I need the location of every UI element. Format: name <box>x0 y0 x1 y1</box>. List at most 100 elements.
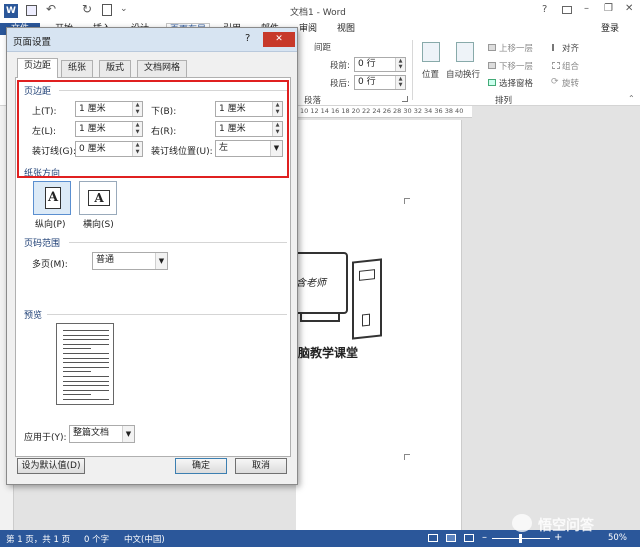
wrap-text-label[interactable]: 自动换行 <box>446 68 480 80</box>
preview-text-line <box>63 339 109 341</box>
rotate-icon[interactable]: ⟳ <box>551 77 559 87</box>
preview-text-line <box>63 385 109 387</box>
customize-qat-icon[interactable]: ⌄ <box>120 4 128 14</box>
preview-text-line <box>63 380 109 382</box>
document-page[interactable]: 含老师 脑教学课堂 <box>294 120 462 530</box>
highlight-box <box>17 80 289 178</box>
collapse-ribbon-icon[interactable]: ⌃ <box>628 94 635 103</box>
preview-text-line <box>63 366 109 368</box>
preview-text-line <box>63 399 109 400</box>
help-icon[interactable]: ? <box>542 4 547 15</box>
landscape-label[interactable]: 横向(S) <box>83 217 114 230</box>
tower-drive <box>359 269 375 281</box>
portrait-page-icon: A <box>45 187 61 209</box>
watermark-logo: 悟空问答 <box>512 512 634 536</box>
rotate-label[interactable]: 旋转 <box>562 77 579 89</box>
preview-text-line <box>63 376 109 377</box>
margin-corner-marker <box>404 198 410 204</box>
portrait-label[interactable]: 纵向(P) <box>35 217 65 230</box>
selection-pane-icon[interactable] <box>488 79 496 86</box>
watermark-text: 悟空问答 <box>538 518 594 534</box>
dialog-title-bar: 页面设置 ? ✕ <box>7 28 297 52</box>
print-layout-icon[interactable] <box>446 534 456 542</box>
preview-text-line <box>63 348 91 350</box>
web-layout-icon[interactable] <box>464 534 474 542</box>
before-spinner[interactable]: ▲ ▼ <box>395 58 405 71</box>
word-app-icon: W <box>4 4 18 18</box>
margin-corner-marker <box>404 454 410 460</box>
section-divider <box>47 314 287 315</box>
group-icon[interactable] <box>552 62 560 69</box>
redo-icon[interactable]: ↻ <box>82 2 92 16</box>
preview-text-line <box>63 330 109 331</box>
dialog-help-button[interactable]: ? <box>245 33 250 44</box>
send-backward-label[interactable]: 下移一层 <box>499 60 533 72</box>
preview-text-line <box>63 371 91 373</box>
paragraph-dialog-launcher-icon[interactable] <box>402 96 408 102</box>
after-spinner[interactable]: ▲ ▼ <box>395 76 405 89</box>
language-indicator[interactable]: 中文(中国) <box>124 533 165 545</box>
bring-forward-icon[interactable] <box>488 44 496 51</box>
dialog-tab-paper[interactable]: 纸张 <box>61 60 94 77</box>
dialog-close-button[interactable]: ✕ <box>263 32 295 47</box>
bring-forward-label[interactable]: 上移一层 <box>499 42 533 54</box>
before-spacing-field[interactable]: 0 行 ▲ ▼ <box>354 57 406 72</box>
close-button[interactable]: ✕ <box>625 3 633 14</box>
cancel-button[interactable]: 取消 <box>235 458 287 474</box>
computer-monitor-image: 含老师 <box>294 252 348 314</box>
align-icon[interactable] <box>552 44 560 51</box>
spacing-label: 间距 <box>314 43 332 53</box>
wrap-text-icon[interactable] <box>456 42 474 62</box>
after-spacing-field[interactable]: 0 行 ▲ ▼ <box>354 75 406 90</box>
computer-tower-image <box>352 258 382 340</box>
tower-slot <box>362 313 370 327</box>
page-count[interactable]: 第 1 页，共 1 页 <box>6 533 70 545</box>
monitor-stand-image <box>300 314 340 322</box>
save-icon[interactable] <box>26 5 37 16</box>
group-divider <box>412 40 413 100</box>
dialog-tab-grid[interactable]: 文档网格 <box>137 60 188 77</box>
preview-text-line <box>63 394 91 396</box>
position-icon[interactable] <box>422 42 440 62</box>
preview-page <box>56 323 114 405</box>
selection-pane-label[interactable]: 选择窗格 <box>499 77 533 89</box>
window-title: 文档1 - Word <box>290 8 346 18</box>
before-label: 段前: <box>330 61 350 71</box>
tab-review[interactable]: 审阅 <box>296 23 320 35</box>
apply-to-label: 应用于(Y): <box>24 433 67 443</box>
tab-view[interactable]: 视图 <box>334 23 358 35</box>
undo-icon[interactable]: ↶ <box>46 2 56 16</box>
multiple-pages-select[interactable]: 普通 ▼ <box>92 252 168 270</box>
arrange-group-label: 排列 <box>495 96 513 106</box>
align-label[interactable]: 对齐 <box>562 42 579 54</box>
set-default-button[interactable]: 设为默认值(D) <box>17 458 85 474</box>
dialog-tab-layout[interactable]: 版式 <box>99 60 132 77</box>
minimize-button[interactable]: – <box>584 3 589 14</box>
landscape-option[interactable]: A <box>79 181 117 215</box>
multiple-pages-label: 多页(M): <box>32 260 68 270</box>
dialog-tab-margins[interactable]: 页边距 <box>17 58 59 78</box>
preview-text-line <box>63 353 109 354</box>
preview-section-label: 预览 <box>24 311 43 321</box>
pages-section-label: 页码范围 <box>24 239 61 249</box>
ribbon-display-icon[interactable] <box>562 6 572 14</box>
title-bar: W ↶ ↻ ⌄ 文档1 - Word ? – ❐ ✕ <box>0 0 640 22</box>
restore-button[interactable]: ❐ <box>604 3 613 14</box>
read-mode-icon[interactable] <box>428 534 438 542</box>
dialog-title: 页面设置 <box>13 37 52 48</box>
section-divider <box>69 242 287 243</box>
landscape-page-icon: A <box>88 190 110 206</box>
apply-to-select[interactable]: 整篇文档 ▼ <box>69 425 135 443</box>
send-backward-icon[interactable] <box>488 62 496 69</box>
ok-button[interactable]: 确定 <box>175 458 227 474</box>
chevron-down-icon[interactable]: ▼ <box>155 253 167 269</box>
login-link[interactable]: 登录 <box>598 23 622 35</box>
word-count[interactable]: 0 个字 <box>84 533 109 545</box>
zoom-out-icon[interactable]: – <box>482 532 487 543</box>
document-caption: 脑教学课堂 <box>298 346 359 360</box>
position-label[interactable]: 位置 <box>422 68 439 80</box>
portrait-option[interactable]: A <box>33 181 71 215</box>
chevron-down-icon[interactable]: ▼ <box>122 426 134 442</box>
new-doc-icon[interactable] <box>102 4 112 16</box>
group-label[interactable]: 组合 <box>562 60 579 72</box>
